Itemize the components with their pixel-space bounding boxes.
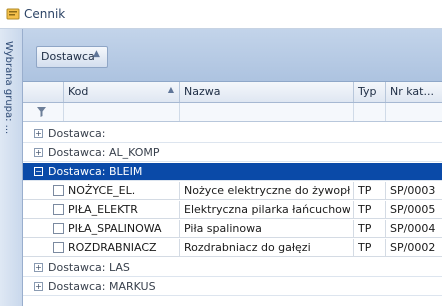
header-indicator-cell [23,82,64,102]
filter-button[interactable] [23,103,64,121]
price-list-grid: Dostawca ▲ Kod ▲ Nazwa Typ Nr kat... + D… [23,29,442,306]
column-header-typ[interactable]: Typ [354,82,386,102]
group-row-selected[interactable]: − Dostawca: BLEIM [23,163,442,181]
column-divider [179,201,180,218]
expand-icon[interactable]: + [34,282,43,291]
column-label-nr-kat: Nr kat... [390,85,434,98]
cell-nr-kat: SP/0002 [390,241,436,254]
price-list-icon [6,8,20,20]
column-divider [353,239,354,256]
expand-icon[interactable]: + [34,129,43,138]
column-header-kod[interactable]: Kod ▲ [64,82,180,102]
group-by-panel: Dostawca ▲ [23,29,442,82]
column-header-row: Kod ▲ Nazwa Typ Nr kat... [23,82,442,103]
column-divider [385,182,386,199]
column-header-nr-kat[interactable]: Nr kat... [386,82,442,102]
cell-typ: TP [358,203,372,216]
cell-typ: TP [358,241,372,254]
column-divider [179,220,180,237]
group-row[interactable]: + Dostawca: LAS [23,259,442,277]
group-row[interactable]: + Dostawca: AL_KOMP [23,144,442,162]
column-header-nazwa[interactable]: Nazwa [180,82,354,102]
cell-kod: NOŻYCE_EL. [68,184,136,197]
filter-cell-nazwa[interactable] [180,103,354,121]
group-label: Dostawca: LAS [48,261,130,274]
sort-ascending-icon: ▲ [93,49,100,59]
expand-icon[interactable]: + [34,263,43,272]
table-row[interactable]: PIŁA_SPALINOWA Piła spalinowa TP SP/0004 [23,220,442,238]
group-label: Dostawca: AL_KOMP [48,146,160,159]
group-row[interactable]: + Dostawca: MARKUS [23,278,442,296]
group-label: Dostawca: BLEIM [48,165,143,178]
cell-nr-kat: SP/0005 [390,203,436,216]
column-label-typ: Typ [358,85,377,98]
filter-icon [37,107,46,117]
cell-nazwa: Piła spalinowa [184,222,262,235]
cell-typ: TP [358,222,372,235]
cell-kod: ROZDRABNIACZ [68,241,157,254]
window-titlebar: Cennik [0,0,442,29]
row-checkbox[interactable] [53,223,64,234]
group-by-dostawca-chip[interactable]: Dostawca ▲ [36,46,108,68]
side-panel-label: Wybrana grupa: ... [3,41,14,135]
cell-nr-kat: SP/0003 [390,184,436,197]
column-divider [353,220,354,237]
selected-group-side-panel[interactable]: Wybrana grupa: ... [0,29,23,306]
window-title: Cennik [24,7,66,21]
group-label: Dostawca: [48,127,106,140]
cell-nazwa: Nożyce elektryczne do żywopłotu [184,184,350,197]
column-divider [353,201,354,218]
cell-nazwa: Elektryczna pilarka łańcuchowa [184,203,350,216]
column-divider [385,201,386,218]
table-row[interactable]: NOŻYCE_EL. Nożyce elektryczne do żywopło… [23,182,442,200]
column-divider [385,220,386,237]
group-label: Dostawca: MARKUS [48,280,156,293]
column-label-kod: Kod [68,85,89,98]
cell-typ: TP [358,184,372,197]
cell-kod: PIŁA_ELEKTR [68,203,138,216]
filter-cell-typ[interactable] [354,103,386,121]
filter-cell-kod[interactable] [64,103,180,121]
column-divider [179,182,180,199]
cell-nazwa: Rozdrabniacz do gałęzi [184,241,311,254]
filter-cell-nr-kat[interactable] [386,103,442,121]
group-row[interactable]: + Dostawca: [23,125,442,143]
cell-nr-kat: SP/0004 [390,222,436,235]
cell-kod: PIŁA_SPALINOWA [68,222,162,235]
column-label-nazwa: Nazwa [184,85,221,98]
row-checkbox[interactable] [53,204,64,215]
group-chip-label: Dostawca [41,50,95,63]
collapse-icon[interactable]: − [34,167,43,176]
column-divider [179,239,180,256]
table-row[interactable]: PIŁA_ELEKTR Elektryczna pilarka łańcucho… [23,201,442,219]
filter-row [23,103,442,122]
table-row[interactable]: ROZDRABNIACZ Rozdrabniacz do gałęzi TP S… [23,239,442,257]
expand-icon[interactable]: + [34,148,43,157]
row-checkbox[interactable] [53,242,64,253]
row-checkbox[interactable] [53,185,64,196]
column-divider [385,239,386,256]
sort-ascending-icon: ▲ [167,85,174,94]
column-divider [353,182,354,199]
